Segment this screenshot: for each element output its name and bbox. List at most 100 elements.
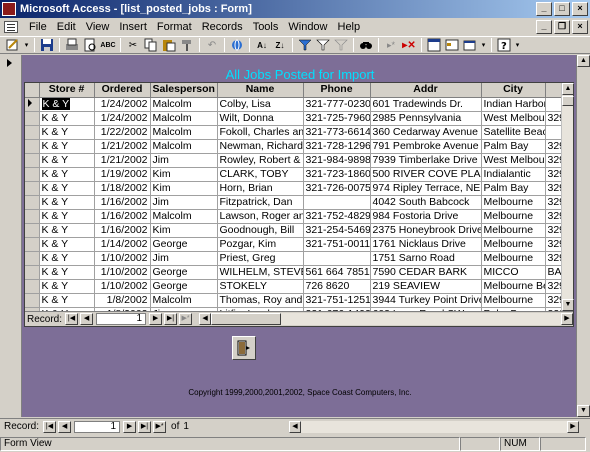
cell-store[interactable]: K & Y [39, 97, 95, 112]
subform-horizontal-scrollbar[interactable]: ◀ ▶ [199, 313, 573, 325]
cell-salesperson[interactable]: Malcolm [150, 293, 218, 308]
table-row[interactable]: K & Y 1/19/2002 Kim CLARK, TOBY 321-723-1860… [25, 167, 564, 182]
form-record-selector[interactable] [0, 55, 22, 417]
cell-city[interactable]: West Melbour [481, 111, 546, 126]
close-button[interactable]: × [572, 2, 588, 16]
menu-help[interactable]: Help [333, 21, 366, 33]
cell-addr[interactable]: 601 Tradewinds Dr. [370, 97, 482, 112]
cell-store[interactable]: K & Y [39, 265, 95, 280]
subform-vertical-scrollbar[interactable]: ▲ ▼ [561, 83, 574, 311]
row-selector[interactable] [25, 251, 40, 266]
row-selector[interactable] [25, 195, 40, 210]
cell-phone[interactable] [303, 195, 371, 210]
cell-city[interactable]: Melbourne [481, 237, 546, 252]
main-last-record-icon[interactable]: ▶| [138, 420, 152, 433]
cell-name[interactable]: Fokoll, Charles and [217, 125, 304, 140]
cell-phone[interactable]: 321-728-1296 [303, 139, 371, 154]
undo-icon[interactable]: ↶ [204, 37, 220, 53]
cell-ordered[interactable]: 1/16/2002 [94, 223, 151, 238]
cell-name[interactable]: Lawson, Roger and [217, 209, 304, 224]
column-header-phone[interactable]: Phone [303, 83, 371, 98]
copy-icon[interactable] [143, 37, 159, 53]
row-selector[interactable] [25, 97, 40, 112]
table-row[interactable]: K & Y 1/16/2002 Malcolm Lawson, Roger and 32… [25, 209, 564, 224]
cell-addr[interactable]: 1751 Sarno Road [370, 251, 482, 266]
cell-city[interactable]: Palm Bay [481, 139, 546, 154]
cell-ordered[interactable]: 1/24/2002 [94, 111, 151, 126]
form-scroll-right-arrow-icon[interactable]: ▶ [566, 420, 579, 433]
cell-phone[interactable] [303, 251, 371, 266]
cell-store[interactable]: K & Y [39, 237, 95, 252]
cell-addr[interactable]: 4042 South Babcock [370, 195, 482, 210]
form-scroll-left-arrow-icon[interactable]: ◀ [288, 420, 301, 433]
cell-ordered[interactable]: 1/10/2002 [94, 265, 151, 280]
cell-salesperson[interactable]: George [150, 279, 218, 294]
doc-minimize-button[interactable]: _ [536, 20, 552, 34]
cell-ordered[interactable]: 1/16/2002 [94, 195, 151, 210]
cell-store[interactable]: K & Y [39, 111, 95, 126]
cell-store[interactable]: K & Y [39, 279, 95, 294]
menu-edit[interactable]: Edit [52, 21, 81, 33]
row-selector[interactable] [25, 125, 40, 140]
spelling-icon[interactable]: ABC [100, 37, 116, 53]
cell-phone[interactable]: 321-777-0230 [303, 97, 371, 112]
cell-name[interactable]: Wilt, Donna [217, 111, 304, 126]
row-selector[interactable] [25, 181, 40, 196]
row-selector[interactable] [25, 111, 40, 126]
cell-salesperson[interactable]: Jim [150, 195, 218, 210]
cell-name[interactable]: Thomas, Roy and J [217, 293, 304, 308]
minimize-button[interactable]: _ [536, 2, 552, 16]
row-selector[interactable] [25, 237, 40, 252]
cell-ordered[interactable]: 1/14/2002 [94, 237, 151, 252]
cell-city[interactable]: Melbourne [481, 195, 546, 210]
cell-phone[interactable]: 321-984-9898 [303, 153, 371, 168]
main-next-record-icon[interactable]: ▶ [123, 420, 137, 433]
row-selector[interactable] [25, 139, 40, 154]
scroll-up-arrow-icon[interactable]: ▲ [562, 83, 574, 95]
cell-city[interactable]: MICCO [481, 265, 546, 280]
cell-store[interactable]: K & Y [39, 293, 95, 308]
paste-icon[interactable] [161, 37, 177, 53]
column-header-store[interactable]: Store # [39, 83, 95, 98]
table-row[interactable]: K & Y 1/14/2002 George Pozgar, Kim 321-751-0… [25, 237, 564, 252]
cell-addr[interactable]: 7939 Timberlake Drive [370, 153, 482, 168]
cell-addr[interactable]: 219 SEAVIEW [370, 279, 482, 294]
help-icon[interactable]: ? [496, 37, 512, 53]
column-header-salesperson[interactable]: Salesperson [150, 83, 218, 98]
filter-by-form-icon[interactable] [315, 37, 331, 53]
print-preview-icon[interactable] [82, 37, 98, 53]
column-header-addr[interactable]: Addr [370, 83, 482, 98]
table-row[interactable]: K & Y 1/16/2002 Kim Goodnough, Bill 321-254-… [25, 223, 564, 238]
main-previous-record-icon[interactable]: ◀ [58, 420, 72, 433]
cell-city[interactable]: Indian Harbor [481, 97, 546, 112]
cell-ordered[interactable]: 1/21/2002 [94, 153, 151, 168]
next-record-icon[interactable]: ▶ [149, 313, 163, 325]
menu-insert[interactable]: Insert [114, 21, 152, 33]
new-record-icon[interactable]: ▸* [383, 37, 399, 53]
form-horizontal-scrollbar[interactable]: ◀ ▶ [288, 420, 579, 433]
main-new-record-icon[interactable]: ▶* [153, 420, 167, 433]
cell-salesperson[interactable]: Malcolm [150, 209, 218, 224]
cell-phone[interactable]: 321-723-1860 [303, 167, 371, 182]
cell-phone[interactable]: 561 664 7851 [303, 265, 371, 280]
database-window-icon[interactable] [444, 37, 460, 53]
row-selector[interactable] [25, 293, 40, 308]
cell-phone[interactable]: 321-752-4829 [303, 209, 371, 224]
cell-salesperson[interactable]: Malcolm [150, 97, 218, 112]
cell-phone[interactable]: 726 8620 [303, 279, 371, 294]
cell-city[interactable]: Melbourne Be [481, 279, 546, 294]
properties-icon[interactable] [426, 37, 442, 53]
cell-salesperson[interactable]: George [150, 265, 218, 280]
horizontal-scroll-thumb[interactable] [211, 313, 282, 325]
cell-ordered[interactable]: 1/8/2002 [94, 293, 151, 308]
cell-name[interactable]: Fitzpatrick, Dan [217, 195, 304, 210]
cell-store[interactable]: K & Y [39, 167, 95, 182]
first-record-icon[interactable]: |◀ [65, 313, 79, 325]
cell-name[interactable]: CLARK, TOBY [217, 167, 304, 182]
cell-addr[interactable]: 2375 Honeybrook Drive [370, 223, 482, 238]
cell-salesperson[interactable]: Jim [150, 251, 218, 266]
column-header-name[interactable]: Name [217, 83, 304, 98]
cell-phone[interactable]: 321-725-7960 [303, 111, 371, 126]
cell-name[interactable]: Priest, Greg [217, 251, 304, 266]
cell-salesperson[interactable]: George [150, 237, 218, 252]
